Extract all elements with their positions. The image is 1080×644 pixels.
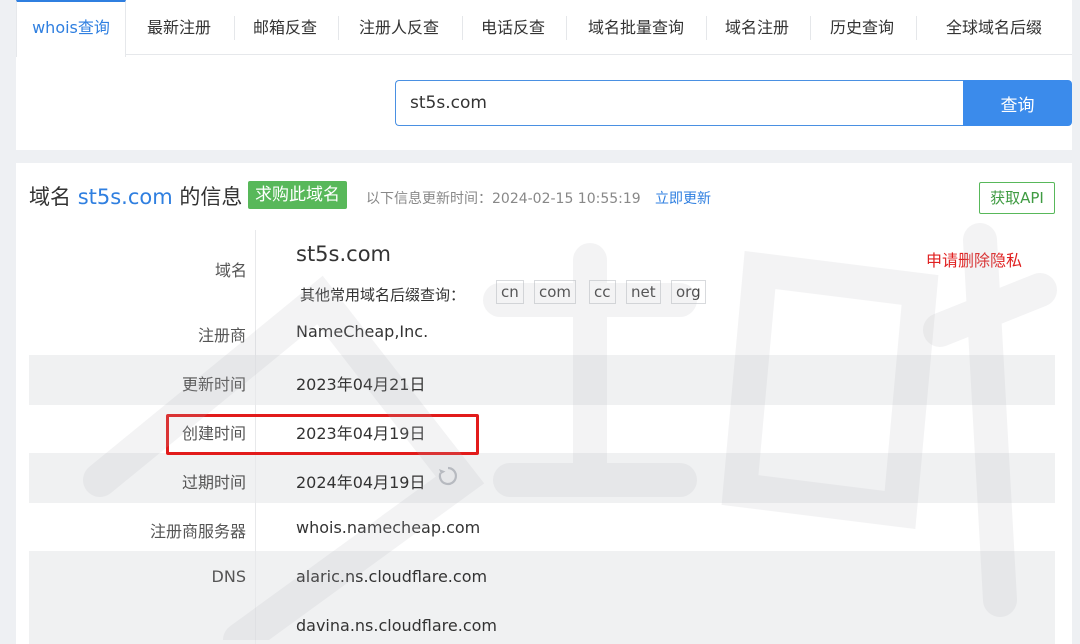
tab-separator [810, 16, 811, 40]
title-suffix: 的信息 [179, 185, 243, 209]
dns-value-1: alaric.ns.cloudflare.com [296, 567, 488, 586]
tab-separator [462, 16, 463, 40]
dns-value-2: davina.ns.cloudflare.com [296, 616, 498, 635]
tab-separator [338, 16, 339, 40]
updated-label: 更新时间 [181, 375, 246, 394]
tab-latest-registered[interactable]: 最新注册 [134, 0, 224, 54]
whois-panel: 域名 st5s.com 的信息 求购此域名 以下信息更新时间：2024-02-1… [16, 163, 1072, 644]
registrar-label: 注册商 [197, 326, 246, 345]
suffix-org[interactable]: org [671, 280, 706, 304]
tab-bulk-query[interactable]: 域名批量查询 [574, 0, 698, 54]
remove-privacy-link[interactable]: 申请删除隐私 [926, 247, 1022, 271]
get-api-button[interactable]: 获取API [979, 182, 1055, 214]
dns-label: DNS [211, 567, 246, 586]
tab-separator [916, 16, 917, 40]
tab-separator [706, 16, 707, 40]
search-header: whois查询 最新注册 邮箱反查 注册人反查 电话反查 域名批量查询 域名注册… [16, 0, 1072, 150]
suffix-cc[interactable]: cc [589, 280, 616, 304]
tab-separator [234, 16, 235, 40]
page-title: 域名 st5s.com 的信息 [29, 181, 242, 211]
suffix-com[interactable]: com [534, 280, 577, 304]
tab-email-lookup[interactable]: 邮箱反查 [242, 0, 328, 54]
update-now-link[interactable]: 立即更新 [655, 188, 711, 208]
domain-value: st5s.com [296, 242, 392, 266]
tab-separator [566, 16, 567, 40]
tab-domain-register[interactable]: 域名注册 [714, 0, 800, 54]
row-label: 域名 [214, 261, 247, 280]
refresh-icon[interactable] [437, 465, 459, 487]
suffix-cn[interactable]: cn [496, 280, 524, 304]
tab-bar: whois查询 最新注册 邮箱反查 注册人反查 电话反查 域名批量查询 域名注册… [16, 0, 1072, 57]
tab-global-suffix[interactable]: 全球域名后缀 [924, 0, 1064, 54]
registrar-value: NameCheap,Inc. [296, 322, 429, 341]
tab-phone-lookup[interactable]: 电话反查 [470, 0, 556, 54]
buy-domain-badge[interactable]: 求购此域名 [248, 181, 347, 209]
row-dns [29, 551, 1055, 644]
expires-value: 2024年04月19日 [296, 473, 426, 492]
whois-server-label: 注册商服务器 [149, 522, 246, 541]
highlight-annotation [166, 414, 479, 455]
tab-whois[interactable]: whois查询 [16, 0, 126, 57]
search-input[interactable] [395, 80, 963, 126]
tab-registrant-lookup[interactable]: 注册人反查 [346, 0, 452, 54]
title-prefix: 域名 [29, 185, 71, 209]
search-button[interactable]: 查询 [963, 80, 1072, 126]
tab-history[interactable]: 历史查询 [818, 0, 906, 54]
suffix-net[interactable]: net [626, 280, 661, 304]
title-domain: st5s.com [77, 185, 173, 209]
suffix-query-label: 其他常用域名后缀查询： [300, 286, 466, 304]
updated-value: 2023年04月21日 [296, 375, 426, 394]
whois-server-value: whois.namecheap.com [296, 518, 481, 537]
expires-label: 过期时间 [181, 473, 246, 492]
update-time-text: 以下信息更新时间：2024-02-15 10:55:19 [366, 191, 641, 207]
